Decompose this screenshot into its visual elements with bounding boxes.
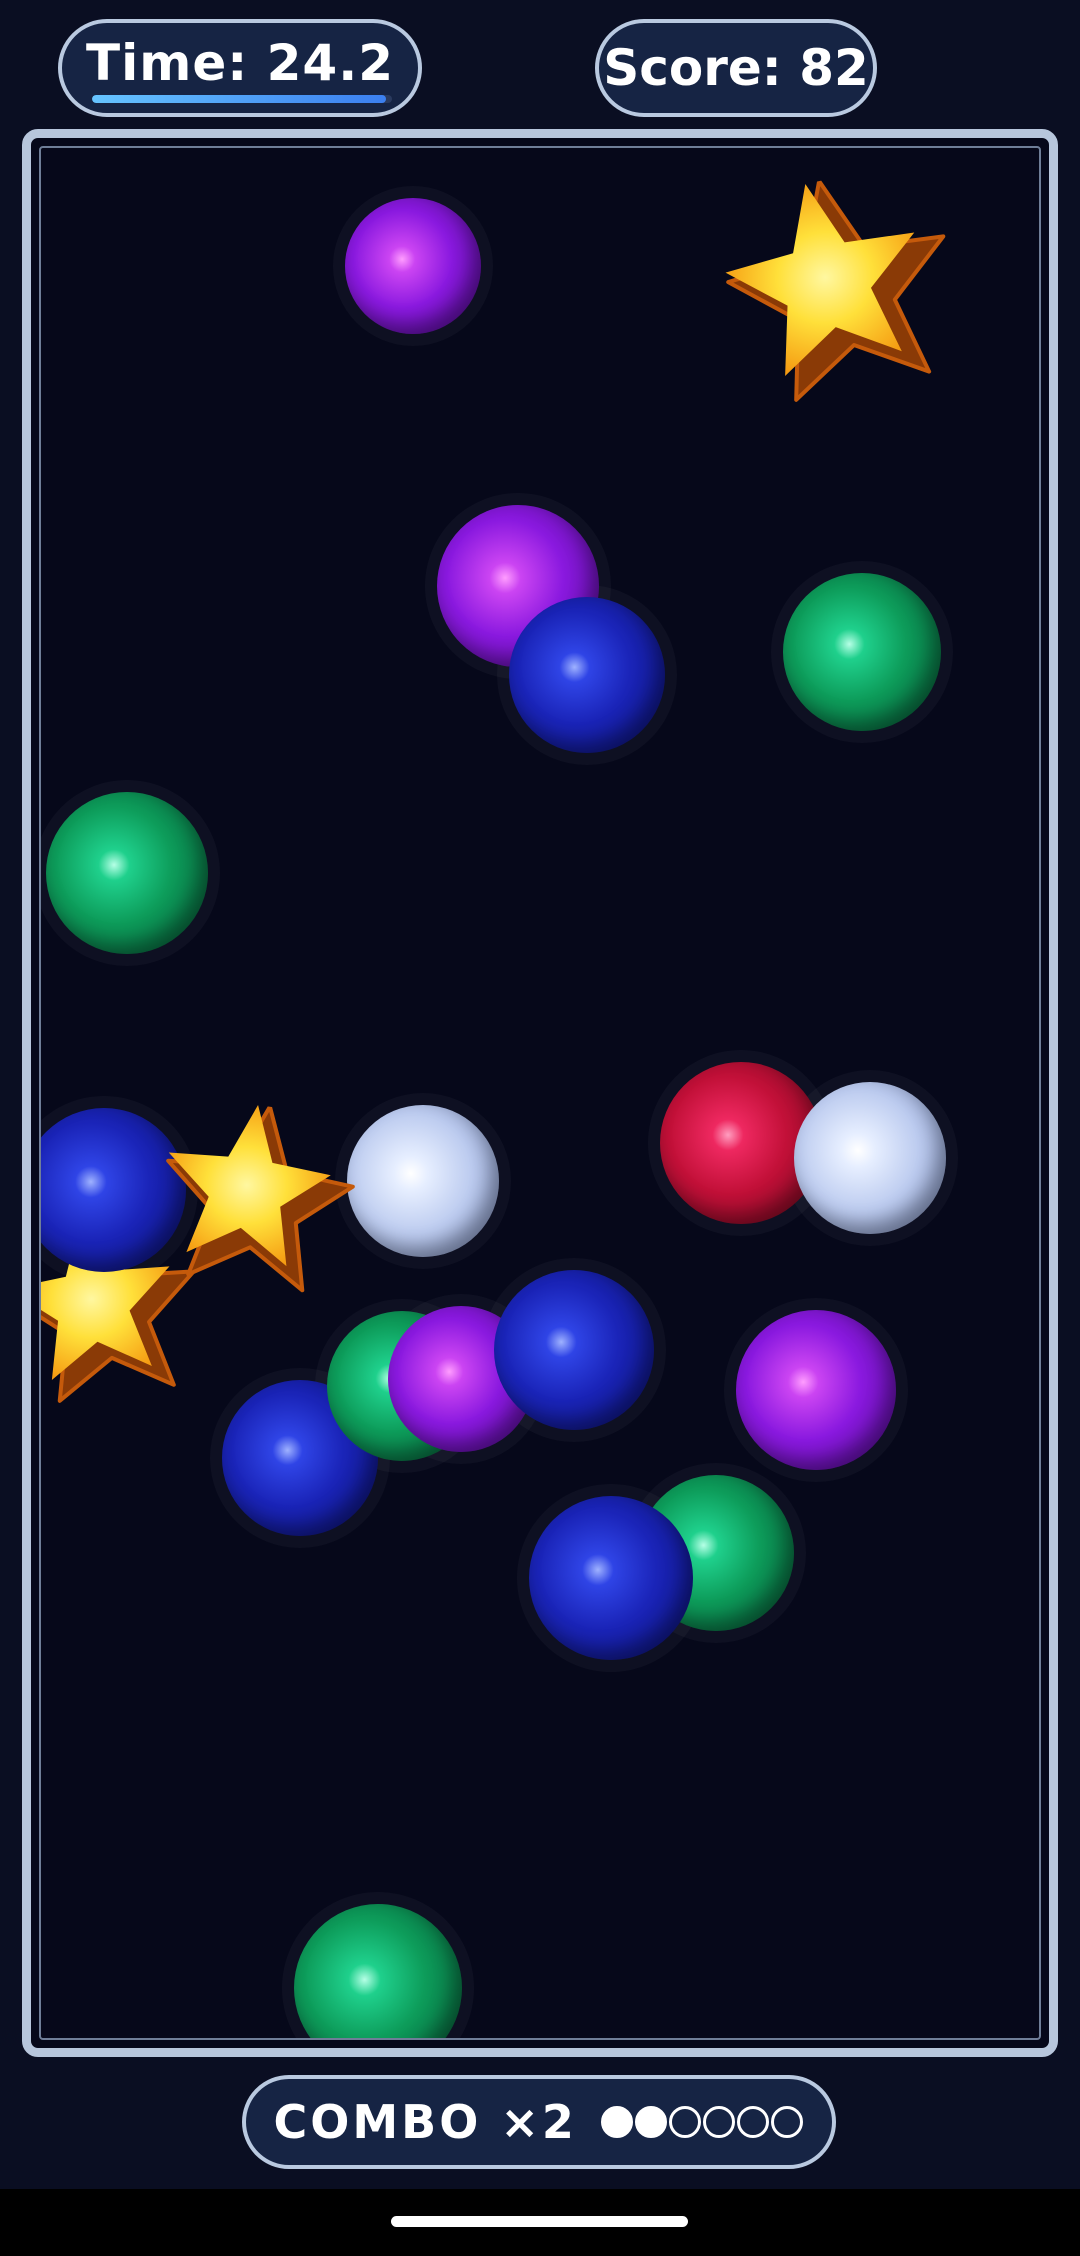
timer-label: Time: 24.2 [85,34,395,92]
blue-orb[interactable] [529,1496,693,1660]
star-icon[interactable] [145,1093,371,1319]
game-board-inner-border [39,146,1041,2040]
combo-pip-empty [771,2106,804,2138]
combo-pip-empty [737,2106,770,2138]
game-objects-layer [41,148,1039,2038]
combo-pip-filled [635,2106,668,2138]
purple-orb[interactable] [736,1310,896,1470]
blue-orb[interactable] [509,597,665,753]
game-board[interactable] [22,129,1058,2057]
purple-orb[interactable] [345,198,481,334]
combo-pip-empty [669,2106,702,2138]
white-orb[interactable] [794,1082,946,1234]
home-indicator[interactable] [391,2216,688,2227]
combo-label: COMBO ×2 [273,2095,577,2149]
combo-pips [600,2106,804,2138]
combo-meter: COMBO ×2 [242,2075,836,2169]
star-icon[interactable] [706,156,986,436]
green-orb[interactable] [783,573,941,731]
timer-display: Time: 24.2 [58,19,422,117]
score-display: Score: 82 [595,19,877,117]
combo-pip-empty [703,2106,736,2138]
blue-orb[interactable] [494,1270,654,1430]
green-orb[interactable] [46,792,208,954]
timer-progress-fill [92,95,386,103]
timer-progress-bar [92,95,392,103]
combo-pip-filled [601,2106,634,2138]
score-label: Score: 82 [603,39,869,97]
